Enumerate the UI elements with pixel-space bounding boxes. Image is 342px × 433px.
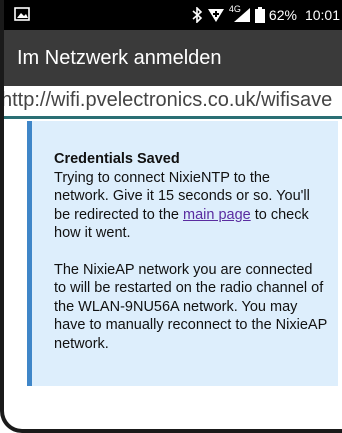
gallery-notification-icon bbox=[14, 7, 30, 21]
notice-heading: Credentials Saved bbox=[54, 151, 180, 167]
data-saver-icon bbox=[207, 7, 225, 23]
app-bar-title: Im Netzwerk anmelden bbox=[17, 46, 222, 69]
status-bar: 4G 62% 10:01 bbox=[0, 0, 342, 30]
network-type-label: 4G bbox=[228, 4, 241, 14]
app-bar: Im Netzwerk anmelden bbox=[4, 30, 342, 86]
credentials-saved-notice: Credentials Saved Trying to connect Nixi… bbox=[27, 121, 338, 386]
url-bar[interactable]: http://wifi.pvelectronics.co.uk/wifisave bbox=[4, 86, 342, 119]
notice-reconnect-text: The NixieAP network you are connected to… bbox=[54, 261, 327, 352]
url-text: http://wifi.pvelectronics.co.uk/wifisave bbox=[4, 89, 333, 111]
clock: 10:01 bbox=[304, 7, 340, 23]
status-icons: 4G 62% 10:01 bbox=[191, 0, 342, 30]
page-content: Credentials Saved Trying to connect Nixi… bbox=[4, 119, 342, 429]
battery-icon bbox=[254, 7, 265, 23]
main-page-link[interactable]: main page bbox=[183, 207, 251, 223]
bluetooth-icon bbox=[191, 7, 203, 23]
battery-percent: 62% bbox=[268, 7, 297, 23]
cellular-signal-icon: 4G bbox=[228, 4, 251, 23]
